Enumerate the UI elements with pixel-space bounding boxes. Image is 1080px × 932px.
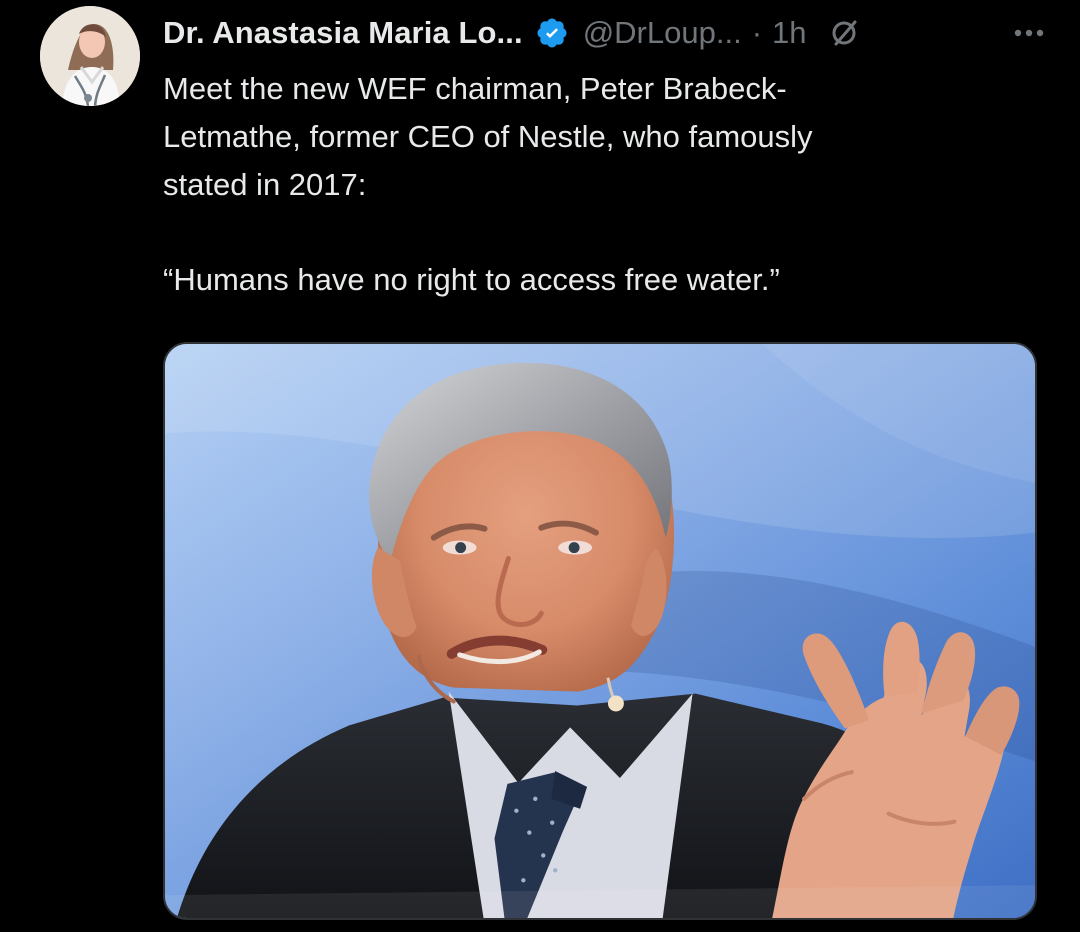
tweet-text: Meet the new WEF chairman, Peter Brabeck…	[163, 65, 1023, 304]
tweet-media[interactable]	[163, 342, 1037, 920]
avatar[interactable]	[40, 6, 140, 106]
media-image	[165, 344, 1035, 918]
verified-badge-icon	[535, 16, 569, 50]
avatar-image	[40, 6, 140, 106]
header-separator: ·	[751, 15, 763, 50]
tweet-quote: “Humans have no right to access free wat…	[163, 262, 780, 297]
tweet-header: Dr. Anastasia Maria Lo... @DrLoup... · 1…	[163, 9, 1050, 57]
timestamp[interactable]: 1h	[772, 15, 806, 51]
tweet-text-line-2: Letmathe, former CEO of Nestle, who famo…	[163, 119, 813, 154]
user-handle[interactable]: @DrLoup...	[583, 15, 742, 51]
tweet-text-line-1: Meet the new WEF chairman, Peter Brabeck…	[163, 71, 787, 106]
tweet-text-line-3: stated in 2017:	[163, 167, 367, 202]
display-name[interactable]: Dr. Anastasia Maria Lo...	[163, 15, 523, 51]
more-options-icon[interactable]	[1008, 17, 1050, 49]
tweet-card[interactable]: Dr. Anastasia Maria Lo... @DrLoup... · 1…	[0, 0, 1080, 932]
grok-icon[interactable]	[829, 17, 861, 49]
